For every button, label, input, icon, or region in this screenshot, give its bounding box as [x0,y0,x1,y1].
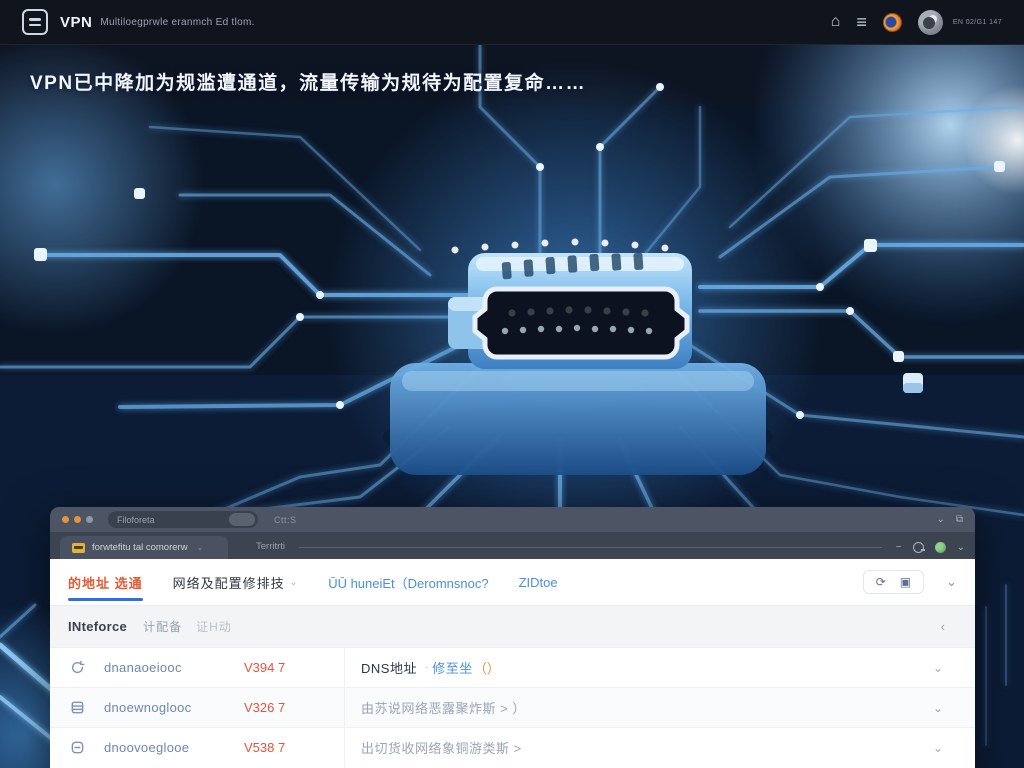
page: VPN Multiloegprwle eranmch Ed tlom. ⌂ ≡ … [0,0,1024,768]
table-row[interactable]: dnoovoeglooe V538 7 出切货收网络象铜游类斯 > ⌄ [50,727,975,767]
row-expand-icon[interactable]: ⌄ [933,701,943,715]
row-edit-link[interactable]: 修至坐 [432,658,473,677]
traffic-light-1[interactable] [62,516,69,523]
avatar[interactable] [918,10,943,35]
nav-tab-config-label: 网络及配置修排技 [173,573,285,592]
row-expand-icon[interactable]: ⌄ [933,661,943,675]
nav-tab-config[interactable]: 网络及配置修排技 ⌄ [173,559,299,605]
browser-window: Filoforeta Ctt:S ⌄ ⧉ forwtefitu tal como… [50,507,975,768]
row-description: DNS地址 · 修至坐 （） ⌄ [344,648,975,687]
nav-link-performance[interactable]: ŪŪ huneiEt（Deromnsnoc? [328,559,488,605]
row-name: dnoovoeglooe [104,740,244,755]
table-row[interactable]: dnoewnoglooc V326 7 由苏说网络恶露聚炸斯 > ） ⌄ [50,687,975,727]
extension-icon[interactable] [935,542,946,553]
gallery-icon[interactable]: ▣ [900,576,911,588]
row-name: dnoewnoglooc [104,700,244,715]
browser-tab-active[interactable]: forwtefitu tal comorerw ⌄ [60,536,228,559]
window-titlebar: Filoforeta Ctt:S ⌄ ⧉ [50,507,975,532]
toolbar-button-group[interactable]: ⟳ ▣ [863,570,924,594]
tab-bar: forwtefitu tal comorerw ⌄ Territrti − ⌄ [50,532,975,559]
table-row[interactable]: dnanaoeiooc V394 7 DNS地址 · 修至坐 （） ⌄ [50,647,975,687]
row-name: dnanaoeiooc [104,660,244,675]
section-subtitle-1: 计配备 [143,618,182,635]
sync-icon [70,660,88,675]
cube-node [903,373,923,393]
user-label: EN 02/G1 147 [953,19,1002,26]
section-collapse-icon[interactable]: ‹ [941,619,945,634]
row-desc-text: 出切货收网络象铜游类斯 > [361,738,522,757]
refresh-icon[interactable]: ⟳ [876,576,886,588]
collapse-chevron-icon[interactable]: ⌄ [946,574,957,590]
minimize-icon[interactable]: − [896,542,902,553]
row-description: 由苏说网络恶露聚炸斯 > ） ⌄ [344,688,975,727]
hero-headline: VPN已中降加为规滥遭通道，流量传输为规待为配置复命…… [30,68,586,95]
url-bar[interactable]: Filoforeta [108,511,258,528]
tab-label: forwtefitu tal comorerw [92,542,188,553]
shortcut-hint: Ctt:S [274,515,297,525]
url-bar-knob[interactable] [229,513,255,526]
row-version: V538 7 [244,740,344,755]
section-title: INteforce [68,619,127,634]
profile-circle-icon[interactable] [913,542,924,553]
url-text: Filoforeta [117,515,155,525]
home-icon[interactable]: ⌂ [831,14,841,30]
nav-row: 的地址 选通 网络及配置修排技 ⌄ ŪŪ huneiEt（Deromnsnoc?… [50,559,975,606]
app-logo-icon[interactable] [22,9,48,35]
tab-caret-icon[interactable]: ⌄ [197,543,204,552]
brand-title: VPN [60,14,92,31]
row-version: V326 7 [244,700,344,715]
browser-logo-icon[interactable] [883,13,902,32]
titlebar-icons: ⌄ ⧉ [936,514,963,525]
row-description: 出切货收网络象铜游类斯 > ⌄ [344,728,975,767]
tabbar-actions: − ⌄ [896,542,965,559]
restore-icon[interactable]: ⌄ [936,514,944,525]
hamburger-menu-icon[interactable]: ≡ [856,13,867,31]
topbar: VPN Multiloegprwle eranmch Ed tlom. ⌂ ≡ … [0,0,1024,45]
brand-subtitle: Multiloegprwle eranmch Ed tlom. [100,17,254,28]
tabbar-chevron-icon[interactable]: ⌄ [957,542,965,553]
row-desc-text: 由苏说网络恶露聚炸斯 > ） [361,698,526,717]
browser-tab-secondary[interactable]: Territrti [256,541,285,559]
traffic-light-3[interactable] [86,516,93,523]
tabbar-divider [299,547,882,548]
row-desc-text: DNS地址 [361,658,417,677]
dot-separator: · [425,662,428,673]
section-subtitle-2: 证H动 [196,618,232,635]
minus-square-icon [70,740,88,755]
row-expand-icon[interactable]: ⌄ [933,741,943,755]
database-icon [70,700,88,715]
traffic-light-2[interactable] [74,516,81,523]
windows-overlap-icon[interactable]: ⧉ [956,514,963,525]
row-version: V394 7 [244,660,344,675]
chevron-down-icon: ⌄ [290,577,299,588]
topbar-actions: ⌂ ≡ EN 02/G1 147 [831,10,1002,35]
nav-tab-active[interactable]: 的地址 选通 [68,559,143,605]
row-link-suffix: （） [474,658,500,677]
tab-favicon-icon [72,543,85,553]
section-header: INteforce 计配备 证H动 ‹ [50,606,975,647]
nav-link-zidtoe[interactable]: ZIDtoe [519,559,558,605]
page-content: 的地址 选通 网络及配置修排技 ⌄ ŪŪ huneiEt（Deromnsnoc?… [50,559,975,768]
